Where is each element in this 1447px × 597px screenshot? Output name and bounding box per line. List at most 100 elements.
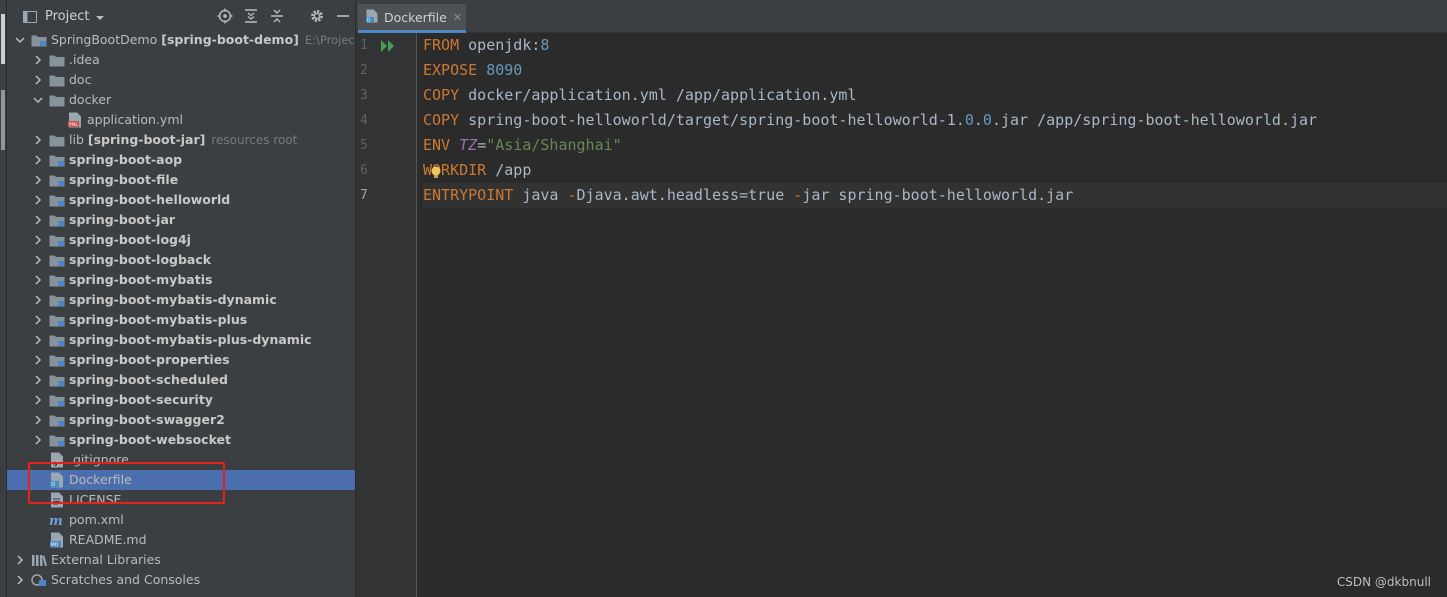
code-area[interactable]: FROM openjdk:8 EXPOSE 8090 COPY docker/app… [423, 33, 1447, 597]
tree-item-spring-boot-properties[interactable]: spring-boot-properties [7, 350, 355, 370]
editor-tab-bar: D Dockerfile ✕ [356, 0, 1447, 33]
tree-item-label: spring-boot-websocket [69, 432, 231, 447]
tree-item-spring-boot-aop[interactable]: spring-boot-aop [7, 150, 355, 170]
tree-item-spring-boot-mybatis-dynamic[interactable]: spring-boot-mybatis-dynamic [7, 290, 355, 310]
tab-dockerfile[interactable]: D Dockerfile ✕ [358, 4, 466, 33]
tree-item-external-libraries[interactable]: External Libraries [7, 550, 355, 570]
code-token: TZ [459, 136, 478, 154]
tree-item-label: spring-boot-mybatis [69, 272, 213, 287]
chevron-right-icon[interactable] [33, 355, 43, 365]
tree-item-label: README.md [69, 532, 147, 547]
tree-item-spring-boot-mybatis[interactable]: spring-boot-mybatis [7, 270, 355, 290]
chevron-down-icon[interactable] [15, 35, 25, 45]
collapse-all-icon[interactable] [268, 7, 286, 25]
tree-item-label: spring-boot-logback [69, 252, 212, 267]
dockerfile-icon: D [366, 9, 378, 26]
tree-item-idea[interactable]: .idea [7, 50, 355, 70]
chevron-right-icon[interactable] [33, 375, 43, 385]
code-line[interactable]: FROM openjdk:8 [423, 33, 549, 58]
intention-bulb-icon[interactable] [431, 163, 441, 178]
tree-item-spring-boot-jar[interactable]: spring-boot-jar [7, 210, 355, 230]
tree-item-spring-boot-mybatis-plus-dynamic[interactable]: spring-boot-mybatis-plus-dynamic [7, 330, 355, 350]
tree-item-springbootdemo[interactable]: SpringBootDemo [spring-boot-demo] E:\Proje… [7, 30, 355, 50]
module-icon [49, 432, 65, 448]
module-icon [49, 232, 65, 248]
tree-item-spring-boot-security[interactable]: spring-boot-security [7, 390, 355, 410]
chevron-right-icon[interactable] [33, 175, 43, 185]
chevron-right-icon[interactable] [33, 195, 43, 205]
chevron-right-icon[interactable] [33, 235, 43, 245]
watermark: CSDN @dkbnull [1336, 575, 1431, 589]
line-number-gutter: 1 2 3 4 5 6 7 [356, 33, 417, 597]
chevron-right-icon[interactable] [15, 555, 25, 565]
tree-item-spring-boot-swagger2[interactable]: spring-boot-swagger2 [7, 410, 355, 430]
close-icon[interactable]: ✕ [453, 11, 462, 24]
chevron-down-icon[interactable] [33, 95, 43, 105]
chevron-right-icon[interactable] [33, 275, 43, 285]
tree-item-spring-boot-helloworld[interactable]: spring-boot-helloworld [7, 190, 355, 210]
chevron-right-icon[interactable] [33, 295, 43, 305]
tree-item-gitignore[interactable]: .gitignore [7, 450, 355, 470]
tree-item-scratches-and-consoles[interactable]: Scratches and Consoles [7, 570, 355, 590]
chevron-right-icon[interactable] [33, 415, 43, 425]
project-view-selector[interactable]: Project [21, 8, 105, 26]
project-tool-window-stripe[interactable] [1, 14, 5, 64]
chevron-right-icon[interactable] [33, 315, 43, 325]
code-line[interactable]: ENV TZ="Asia/Shanghai" [423, 133, 622, 158]
folder-hint: resources root [211, 133, 298, 147]
code-line[interactable]: EXPOSE 8090 [423, 58, 522, 83]
tree-item-spring-boot-logback[interactable]: spring-boot-logback [7, 250, 355, 270]
locate-file-icon[interactable] [216, 7, 234, 25]
gear-icon[interactable] [308, 7, 326, 25]
tree-item-spring-boot-scheduled[interactable]: spring-boot-scheduled [7, 370, 355, 390]
tree-item-spring-boot-file[interactable]: spring-boot-file [7, 170, 355, 190]
tree-item-label: spring-boot-swagger2 [69, 412, 225, 427]
tree-item-lib[interactable]: lib [spring-boot-jar] resources root [7, 130, 355, 150]
tree-item-label: .gitignore [69, 452, 129, 467]
code-token: COPY [423, 111, 460, 129]
code-line[interactable]: COPY docker/application.yml /app/applica… [423, 83, 856, 108]
tree-item-label: spring-boot-scheduled [69, 372, 228, 387]
svg-text:D: D [51, 482, 55, 488]
chevron-right-icon[interactable] [33, 255, 43, 265]
code-token: .jar /app/spring-boot-helloworld.jar [991, 111, 1318, 129]
code-line[interactable]: WORKDIR /app [423, 158, 531, 183]
tree-item-docker[interactable]: docker [7, 90, 355, 110]
chevron-right-icon[interactable] [33, 435, 43, 445]
chevron-right-icon[interactable] [33, 75, 43, 85]
code-line[interactable]: COPY spring-boot-helloworld/target/sprin… [423, 108, 1317, 133]
tree-item-spring-boot-mybatis-plus[interactable]: spring-boot-mybatis-plus [7, 310, 355, 330]
tree-item-spring-boot-log4j[interactable]: spring-boot-log4j [7, 230, 355, 250]
structure-tool-window-stripe[interactable] [1, 90, 5, 150]
tree-item-label: spring-boot-mybatis-dynamic [69, 292, 277, 307]
chevron-right-icon[interactable] [33, 135, 43, 145]
chevron-right-icon[interactable] [33, 335, 43, 345]
line-number: 2 [360, 63, 368, 78]
chevron-right-icon[interactable] [33, 215, 43, 225]
tree-item-spring-boot-websocket[interactable]: spring-boot-websocket [7, 430, 355, 450]
chevron-right-icon[interactable] [33, 55, 43, 65]
svg-text:MD: MD [51, 542, 59, 548]
tree-item-readme-md[interactable]: MD README.md [7, 530, 355, 550]
expand-all-icon[interactable] [242, 7, 260, 25]
run-icon[interactable] [380, 39, 396, 56]
hide-panel-icon[interactable] [334, 7, 352, 25]
tree-item-application-yml[interactable]: YML application.yml [7, 110, 355, 130]
tree-item-label: spring-boot-log4j [69, 232, 191, 247]
chevron-right-icon[interactable] [15, 575, 25, 585]
tree-item-doc[interactable]: doc [7, 70, 355, 90]
code-token: Djava.awt.headless=true [576, 186, 794, 204]
tree-item-label: spring-boot-helloworld [69, 192, 231, 207]
tree-item-dockerfile[interactable]: D Dockerfile [7, 470, 355, 490]
module-icon [49, 192, 65, 208]
tree-item-license[interactable]: LICENSE [7, 490, 355, 510]
chevron-right-icon[interactable] [33, 155, 43, 165]
line-number: 6 [360, 163, 368, 178]
tree-item-pom-xml[interactable]: m pom.xml [7, 510, 355, 530]
code-token: docker/application.yml /app/application.… [459, 86, 857, 104]
chevron-right-icon[interactable] [33, 395, 43, 405]
code-token: openjdk: [459, 36, 541, 54]
code-line[interactable]: ENTRYPOINT java -Djava.awt.headless=true… [423, 183, 1073, 208]
